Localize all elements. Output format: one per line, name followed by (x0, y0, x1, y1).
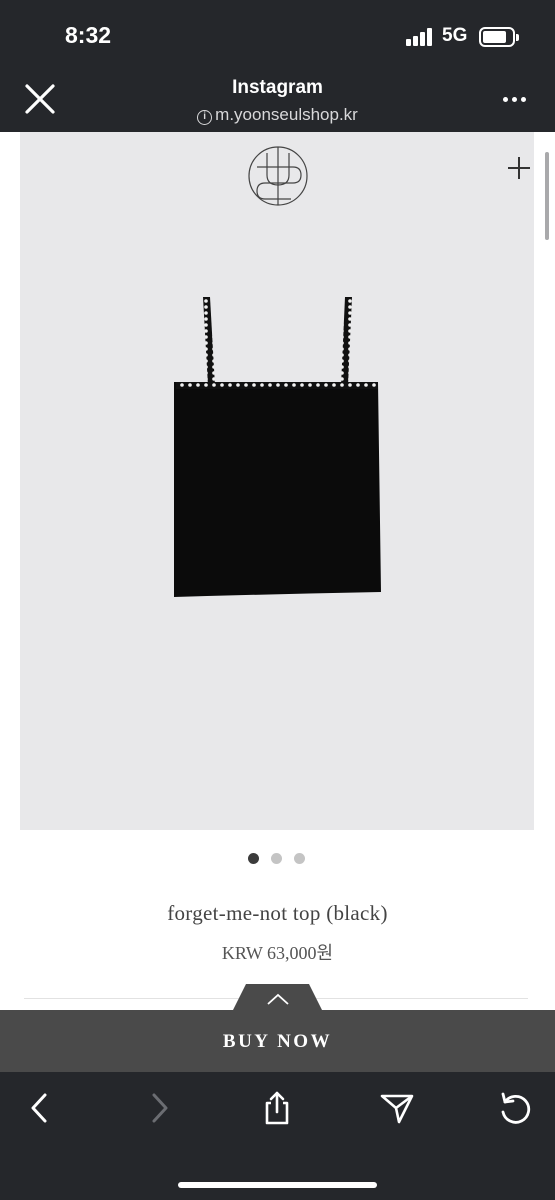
info-icon: i (197, 110, 213, 125)
buy-now-button[interactable]: BUY NOW (0, 1010, 555, 1072)
browser-toolbar (0, 1072, 555, 1200)
chevron-up-icon (267, 993, 289, 1005)
network-type: 5G (442, 25, 468, 46)
share-button[interactable] (259, 1090, 295, 1126)
send-button[interactable] (379, 1090, 415, 1126)
reload-icon (501, 1092, 531, 1124)
battery-icon (479, 27, 519, 47)
scrollbar[interactable] (545, 152, 549, 240)
expand-tab[interactable] (232, 984, 323, 1012)
browser-url[interactable]: i m.yoonseulshop.kr (0, 105, 555, 125)
product-photo (174, 297, 381, 597)
add-button[interactable] (505, 154, 533, 182)
more-button[interactable] (500, 84, 530, 114)
pager-dot[interactable] (271, 853, 282, 864)
product-image[interactable] (20, 132, 534, 830)
plus-icon (508, 157, 530, 179)
image-pager[interactable] (248, 853, 308, 865)
brand-logo (248, 146, 308, 206)
browser-title: Instagram (232, 77, 323, 98)
share-icon (265, 1091, 289, 1125)
signal-icon (406, 28, 434, 46)
buy-now-label: BUY NOW (222, 1031, 333, 1052)
back-icon (31, 1093, 47, 1123)
send-icon (380, 1094, 414, 1124)
home-indicator[interactable] (178, 1182, 377, 1188)
browser-header: Instagram i m.yoonseulshop.kr (0, 64, 555, 132)
status-time: 8:32 (65, 22, 112, 48)
status-bar: 8:32 5G (0, 0, 555, 64)
pager-dot[interactable] (248, 853, 259, 864)
forward-button[interactable] (141, 1090, 177, 1126)
product-name: forget-me-not top (black) (167, 901, 388, 925)
forward-icon (152, 1093, 168, 1123)
url-text: m.yoonseulshop.kr (215, 105, 358, 124)
product-price: KRW 63,000원 (221, 943, 334, 963)
pager-dot[interactable] (294, 853, 305, 864)
back-button[interactable] (22, 1090, 58, 1126)
reload-button[interactable] (497, 1090, 533, 1126)
